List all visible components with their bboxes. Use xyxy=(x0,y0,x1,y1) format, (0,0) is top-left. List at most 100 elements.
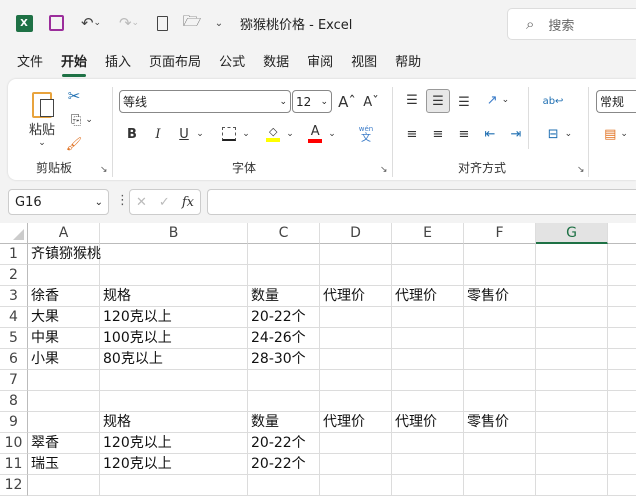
decrease-font-size-icon[interactable]: Aˇ xyxy=(360,91,382,113)
cell-overflow[interactable] xyxy=(608,391,636,412)
cell-b2[interactable] xyxy=(100,265,248,286)
cell-d8[interactable] xyxy=(320,391,392,412)
borders-icon[interactable]: ⌄ xyxy=(218,123,254,145)
cell-overflow[interactable] xyxy=(608,370,636,391)
cell-f1[interactable] xyxy=(464,244,536,265)
cell-f8[interactable] xyxy=(464,391,536,412)
cell-g4[interactable] xyxy=(536,307,608,328)
cell-c4[interactable]: 20-22个 xyxy=(248,307,320,328)
cell-c9[interactable]: 数量 xyxy=(248,412,320,433)
font-color-button[interactable]: A ⌄ xyxy=(304,123,340,145)
cut-icon[interactable]: ✂ xyxy=(64,85,84,107)
row-header-7[interactable]: 7 xyxy=(0,370,28,391)
cell-f12[interactable] xyxy=(464,475,536,496)
cell-b4[interactable]: 120克以上 xyxy=(100,307,248,328)
customize-quick-access-icon[interactable]: ⌄ xyxy=(212,12,226,34)
font-name-select[interactable]: 等线 ⌄ xyxy=(119,90,291,113)
cell-f9[interactable]: 零售价 xyxy=(464,412,536,433)
cell-overflow[interactable] xyxy=(608,244,636,265)
alignment-launcher-icon[interactable]: ↘ xyxy=(577,165,585,175)
cell-overflow[interactable] xyxy=(608,286,636,307)
paste-button[interactable]: 粘贴 xyxy=(24,119,60,138)
cell-b9[interactable]: 规格 xyxy=(100,412,248,433)
cancel-icon[interactable]: ✕ xyxy=(136,195,147,210)
cell-e6[interactable] xyxy=(392,349,464,370)
tab-review[interactable]: 审阅 xyxy=(298,52,342,74)
cell-c12[interactable] xyxy=(248,475,320,496)
cell-b1[interactable] xyxy=(100,244,248,265)
row-header-5[interactable]: 5 xyxy=(0,328,28,349)
format-painter-icon[interactable]: 🖌 xyxy=(64,133,84,155)
cell-d10[interactable] xyxy=(320,433,392,454)
row-header-11[interactable]: 11 xyxy=(0,454,28,475)
cell-d5[interactable] xyxy=(320,328,392,349)
worksheet-grid[interactable]: A B C D E F G 1 齐镇猕猴桃 2 3 徐香 规格 数量 代理价 代理价 零售价 4 大果 120克以上 2… xyxy=(0,223,636,497)
cell-overflow[interactable] xyxy=(608,307,636,328)
column-header-overflow[interactable] xyxy=(608,223,636,244)
cell-c2[interactable] xyxy=(248,265,320,286)
insert-function-button[interactable]: fx xyxy=(182,195,194,210)
row-header-8[interactable]: 8 xyxy=(0,391,28,412)
cell-g1[interactable] xyxy=(536,244,608,265)
row-header-6[interactable]: 6 xyxy=(0,349,28,370)
cell-f2[interactable] xyxy=(464,265,536,286)
clipboard-launcher-icon[interactable]: ↘ xyxy=(100,165,108,175)
cell-b10[interactable]: 120克以上 xyxy=(100,433,248,454)
cell-f7[interactable] xyxy=(464,370,536,391)
tab-page-layout[interactable]: 页面布局 xyxy=(140,52,210,74)
more-options-icon[interactable]: ⋮ xyxy=(116,193,129,208)
cell-d11[interactable] xyxy=(320,454,392,475)
cell-a10[interactable]: 翠香 xyxy=(28,433,100,454)
align-left-icon[interactable]: ≡ xyxy=(402,123,422,145)
increase-indent-icon[interactable]: ⇥ xyxy=(506,123,526,145)
cell-g3[interactable] xyxy=(536,286,608,307)
align-center-icon[interactable]: ≡ xyxy=(428,123,448,145)
align-right-icon[interactable]: ≡ xyxy=(454,123,474,145)
search-box[interactable]: ⌕ 搜索 xyxy=(507,8,636,40)
cell-b12[interactable] xyxy=(100,475,248,496)
select-all-button[interactable] xyxy=(0,223,28,244)
cell-a7[interactable] xyxy=(28,370,100,391)
column-header-e[interactable]: E xyxy=(392,223,464,244)
cell-a9[interactable] xyxy=(28,412,100,433)
cell-g12[interactable] xyxy=(536,475,608,496)
tab-file[interactable]: 文件 xyxy=(8,52,52,74)
row-header-2[interactable]: 2 xyxy=(0,265,28,286)
tab-data[interactable]: 数据 xyxy=(254,52,298,74)
cell-d6[interactable] xyxy=(320,349,392,370)
column-header-f[interactable]: F xyxy=(464,223,536,244)
column-header-g[interactable]: G xyxy=(536,223,608,244)
cell-b7[interactable] xyxy=(100,370,248,391)
cell-a8[interactable] xyxy=(28,391,100,412)
cell-e3[interactable]: 代理价 xyxy=(392,286,464,307)
cell-c10[interactable]: 20-22个 xyxy=(248,433,320,454)
cell-a4[interactable]: 大果 xyxy=(28,307,100,328)
cell-overflow[interactable] xyxy=(608,454,636,475)
cell-g10[interactable] xyxy=(536,433,608,454)
new-file-icon[interactable] xyxy=(154,12,170,34)
cell-d12[interactable] xyxy=(320,475,392,496)
cell-d3[interactable]: 代理价 xyxy=(320,286,392,307)
row-header-12[interactable]: 12 xyxy=(0,475,28,496)
cell-f3[interactable]: 零售价 xyxy=(464,286,536,307)
column-header-c[interactable]: C xyxy=(248,223,320,244)
cell-a5[interactable]: 中果 xyxy=(28,328,100,349)
cell-a3[interactable]: 徐香 xyxy=(28,286,100,307)
cell-f10[interactable] xyxy=(464,433,536,454)
number-format-select[interactable]: 常规 xyxy=(596,90,636,113)
cell-b3[interactable]: 规格 xyxy=(100,286,248,307)
tab-insert[interactable]: 插入 xyxy=(96,52,140,74)
cell-c8[interactable] xyxy=(248,391,320,412)
cell-c1[interactable] xyxy=(248,244,320,265)
phonetic-guide-icon[interactable]: wén 文 xyxy=(346,121,386,147)
cell-c6[interactable]: 28-30个 xyxy=(248,349,320,370)
increase-font-size-icon[interactable]: Aˆ xyxy=(336,91,358,113)
cell-c5[interactable]: 24-26个 xyxy=(248,328,320,349)
cell-f4[interactable] xyxy=(464,307,536,328)
cell-f6[interactable] xyxy=(464,349,536,370)
bold-button[interactable]: B xyxy=(122,123,142,145)
cell-a6[interactable]: 小果 xyxy=(28,349,100,370)
cell-d9[interactable]: 代理价 xyxy=(320,412,392,433)
cell-d4[interactable] xyxy=(320,307,392,328)
underline-button[interactable]: U xyxy=(174,123,194,145)
